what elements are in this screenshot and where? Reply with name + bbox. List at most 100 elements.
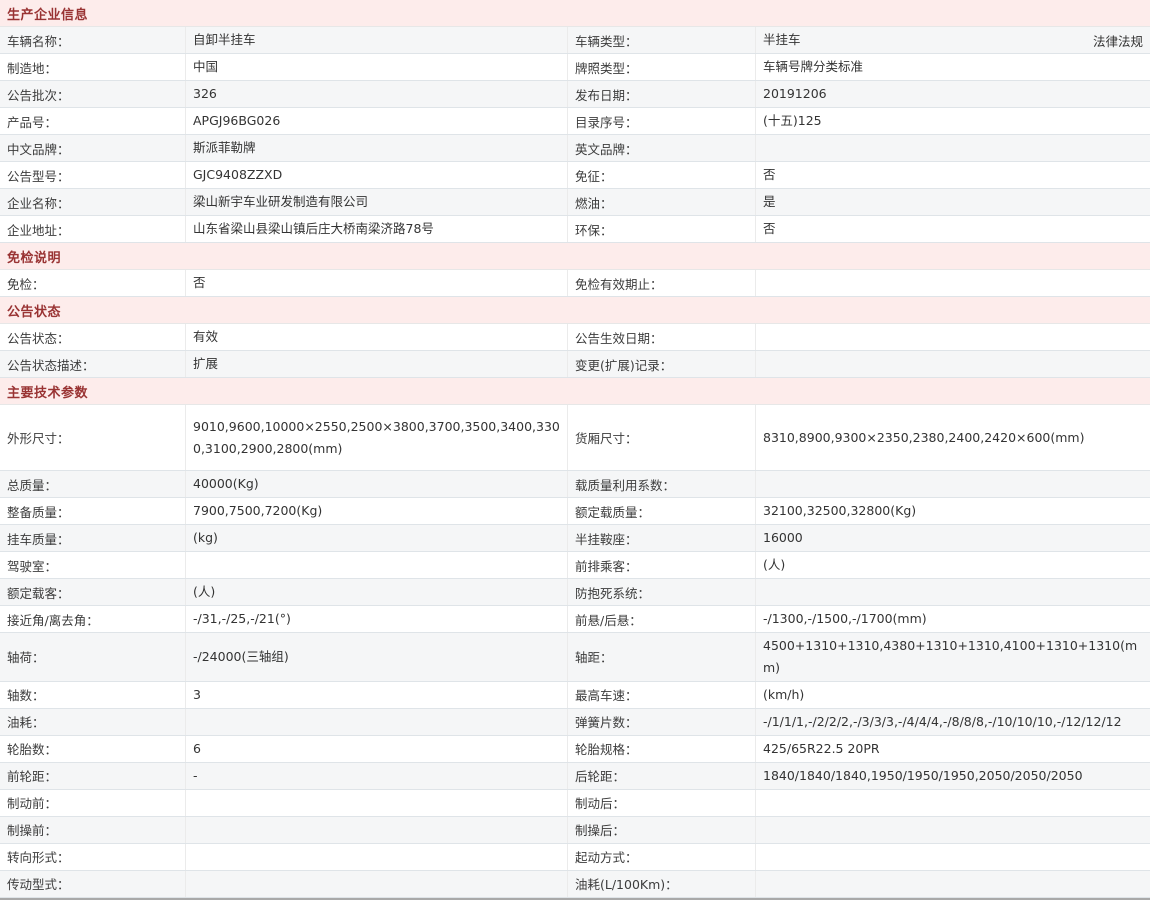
row-label-left: 轴数： <box>0 682 186 708</box>
row-label-left: 额定载客： <box>0 579 186 605</box>
row-label-left: 公告批次： <box>0 81 186 107</box>
value-text: 否 <box>763 164 776 186</box>
row-value-right <box>756 471 1150 497</box>
label-text: 燃油： <box>575 193 613 212</box>
vehicle-info-table: 生产企业信息 车辆名称： 自卸半挂车 车辆类型： 半挂车 法律法规 制造地： 中… <box>0 0 1150 898</box>
section-rows: 外形尺寸： 9010,9600,10000×2550,2500×3800,370… <box>0 405 1150 898</box>
value-text: -/31,-/25,-/21(°) <box>193 608 291 630</box>
row-label-left: 企业地址： <box>0 216 186 242</box>
row-value-right: 1840/1840/1840,1950/1950/1950,2050/2050/… <box>756 763 1150 789</box>
row-label-left: 中文品牌： <box>0 135 186 161</box>
section-title: 生产企业信息 <box>7 4 88 23</box>
row-value-left <box>186 552 568 578</box>
row-label-left: 车辆名称： <box>0 27 186 53</box>
section-header: 主要技术参数 <box>0 378 1150 405</box>
label-text: 环保： <box>575 220 613 239</box>
table-row: 免检： 否 免检有效期止： <box>0 270 1150 297</box>
row-value-right: (人) <box>756 552 1150 578</box>
value-text: -/24000(三轴组) <box>193 646 289 668</box>
row-label-right: 最高车速： <box>568 682 756 708</box>
value-text: (十五)125 <box>763 110 822 132</box>
table-row: 前轮距： - 后轮距： 1840/1840/1840,1950/1950/195… <box>0 763 1150 790</box>
table-row: 制动前： 制动后： <box>0 790 1150 817</box>
section-rows: 公告状态： 有效 公告生效日期： 公告状态描述： 扩展 变更(扩展)记录： <box>0 324 1150 378</box>
row-label-right: 英文品牌： <box>568 135 756 161</box>
label-text: 变更(扩展)记录： <box>575 355 672 374</box>
value-text: 32100,32500,32800(Kg) <box>763 500 916 522</box>
row-value-left: 梁山新宇车业研发制造有限公司 <box>186 189 568 215</box>
table-row: 轴数： 3 最高车速： (km/h) <box>0 682 1150 709</box>
table-row: 轮胎数： 6 轮胎规格： 425/65R22.5 20PR <box>0 736 1150 763</box>
row-label-right: 牌照类型： <box>568 54 756 80</box>
row-label-left: 企业名称： <box>0 189 186 215</box>
value-text: 车辆号牌分类标准 <box>763 56 863 78</box>
row-value-right <box>756 579 1150 605</box>
value-text: 20191206 <box>763 83 827 105</box>
label-text: 牌照类型： <box>575 58 638 77</box>
row-label-left: 公告型号： <box>0 162 186 188</box>
value-text: 自卸半挂车 <box>193 29 256 51</box>
row-value-left: -/31,-/25,-/21(°) <box>186 606 568 632</box>
label-text: 英文品牌： <box>575 139 638 158</box>
table-row: 车辆名称： 自卸半挂车 车辆类型： 半挂车 法律法规 <box>0 27 1150 54</box>
value-text: 扩展 <box>193 353 218 375</box>
label-text: 公告生效日期： <box>575 328 663 347</box>
label-text: 免征： <box>575 166 613 185</box>
section-title: 主要技术参数 <box>7 382 88 401</box>
value-text: (km/h) <box>763 684 804 706</box>
label-text: 后轮距： <box>575 766 625 785</box>
value-text: 6 <box>193 738 201 760</box>
row-label-right: 轴距： <box>568 633 756 681</box>
section-rows: 车辆名称： 自卸半挂车 车辆类型： 半挂车 法律法规 制造地： 中国 牌照类型：… <box>0 27 1150 243</box>
table-row: 轴荷： -/24000(三轴组) 轴距： 4500+1310+1310,4380… <box>0 633 1150 682</box>
row-label-left: 接近角/离去角： <box>0 606 186 632</box>
value-text: 中国 <box>193 56 218 78</box>
row-label-left: 公告状态描述： <box>0 351 186 377</box>
row-label-left: 免检： <box>0 270 186 296</box>
label-text: 前轮距： <box>7 766 57 785</box>
row-label-left: 油耗： <box>0 709 186 735</box>
row-value-right: -/1300,-/1500,-/1700(mm) <box>756 606 1150 632</box>
row-value-left: (kg) <box>186 525 568 551</box>
row-value-left: 40000(Kg) <box>186 471 568 497</box>
label-text: 产品号： <box>7 112 57 131</box>
label-text: 企业地址： <box>7 220 70 239</box>
table-row: 外形尺寸： 9010,9600,10000×2550,2500×3800,370… <box>0 405 1150 471</box>
row-label-left: 轴荷： <box>0 633 186 681</box>
section-rows: 免检： 否 免检有效期止： <box>0 270 1150 297</box>
row-value-right: 否 <box>756 216 1150 242</box>
row-label-right: 制动后： <box>568 790 756 816</box>
row-value-left: GJC9408ZZXD <box>186 162 568 188</box>
label-text: 外形尺寸： <box>7 428 70 447</box>
label-text: 挂车质量： <box>7 529 70 548</box>
row-value-left: (人) <box>186 579 568 605</box>
row-value-right <box>756 844 1150 870</box>
row-value-left: APGJ96BG026 <box>186 108 568 134</box>
row-label-left: 制操前： <box>0 817 186 843</box>
value-text: 326 <box>193 83 217 105</box>
section-header: 公告状态 <box>0 297 1150 324</box>
label-text: 轮胎数： <box>7 739 57 758</box>
label-text: 车辆名称： <box>7 31 70 50</box>
value-text: (人) <box>193 581 215 603</box>
vehicle-announcement-page: 生产企业信息 车辆名称： 自卸半挂车 车辆类型： 半挂车 法律法规 制造地： 中… <box>0 0 1150 900</box>
row-label-left: 公告状态： <box>0 324 186 350</box>
row-value-right <box>756 790 1150 816</box>
value-text: GJC9408ZZXD <box>193 164 282 186</box>
row-value-right <box>756 871 1150 897</box>
row-value-left: 否 <box>186 270 568 296</box>
label-text: 车辆类型： <box>575 31 638 50</box>
row-value-left: -/24000(三轴组) <box>186 633 568 681</box>
row-value-left: 自卸半挂车 <box>186 27 568 53</box>
label-text: 油耗： <box>7 712 45 731</box>
label-text: 载质量利用系数： <box>575 475 675 494</box>
label-text: 公告状态描述： <box>7 355 95 374</box>
table-row: 接近角/离去角： -/31,-/25,-/21(°) 前悬/后悬： -/1300… <box>0 606 1150 633</box>
table-row: 中文品牌： 斯派菲勒牌 英文品牌： <box>0 135 1150 162</box>
value-text: 梁山新宇车业研发制造有限公司 <box>193 191 368 213</box>
legal-regulations-link[interactable]: 法律法规 <box>1083 31 1143 50</box>
row-value-right <box>756 324 1150 350</box>
row-value-left: 9010,9600,10000×2550,2500×3800,3700,3500… <box>186 405 568 470</box>
row-value-left: 中国 <box>186 54 568 80</box>
row-value-left <box>186 844 568 870</box>
